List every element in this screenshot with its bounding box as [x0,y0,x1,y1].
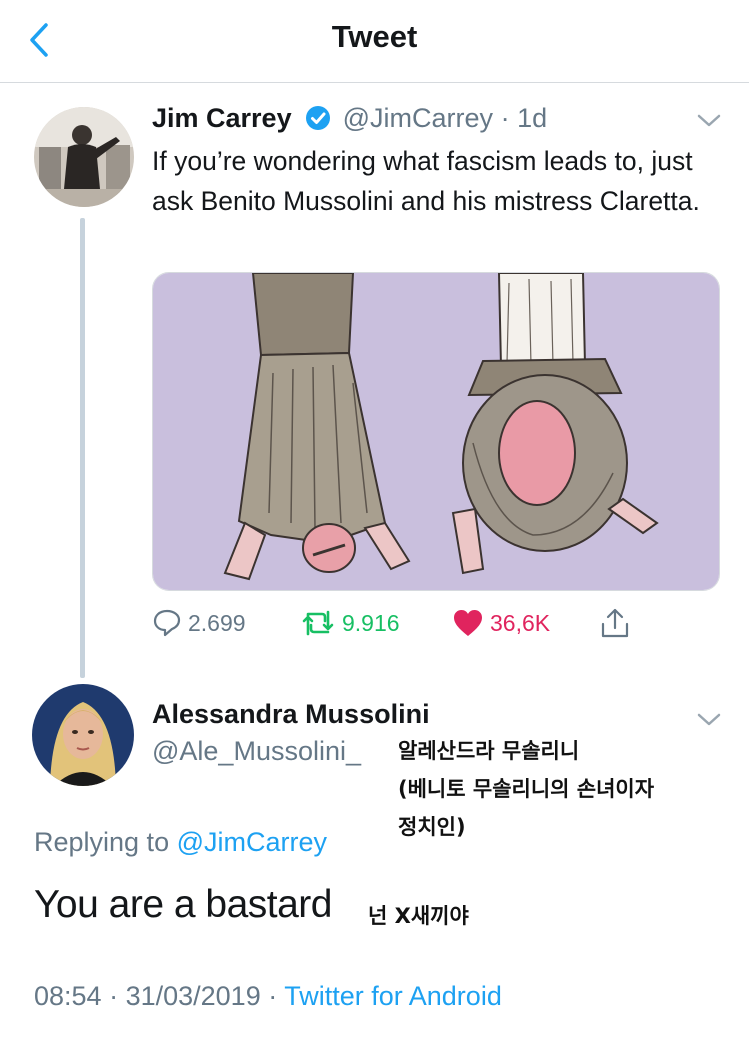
share-button[interactable] [598,606,638,640]
heart-icon [454,610,482,636]
reply-author-handle[interactable]: @Ale_Mussolini_ [152,736,361,767]
verified-badge-icon [306,106,331,130]
like-count: 36,6K [490,609,551,636]
retweet-icon [302,610,334,636]
page-title: Tweet [331,19,418,54]
like-button[interactable]: 36,6K [452,606,550,640]
author-name[interactable]: Jim Carrey [152,103,292,133]
tweet-actions: 2.699 9.916 36,6K [0,606,749,640]
meta-separator: · [500,103,510,133]
reply-icon [153,609,181,637]
reply-author-name[interactable]: Alessandra Mussolini [152,699,430,730]
tweet-header: Jim Carrey @JimCarrey · 1d [152,103,547,134]
korean-annotation-note: 알레산드라 무솔리니 (베니토 무솔리니의 손녀이자 정치인) [398,732,654,846]
replying-prefix: Replying to [34,827,170,857]
reply-count: 2.699 [188,609,246,636]
tweet-media-image[interactable] [152,272,720,591]
time-separator: · [101,981,126,1011]
annotation-line: 정치인) [398,815,466,839]
replying-to: Replying to @JimCarrey [34,827,327,858]
reply-source-link[interactable]: Twitter for Android [284,981,502,1011]
tweet-text: If you’re wondering what fascism leads t… [152,146,700,216]
chevron-down-icon[interactable] [695,112,723,130]
author-avatar[interactable] [34,107,134,207]
share-icon [601,608,629,638]
retweet-button[interactable]: 9.916 [300,606,400,640]
top-bar: Tweet [0,0,749,83]
tweet-age: 1d [517,103,548,133]
reply-timestamp: 08:54 · 31/03/2019 · Twitter for Android [34,981,502,1012]
retweet-count: 9.916 [342,609,400,636]
annotation-line: (베니토 무솔리니의 손녀이자 [398,777,655,801]
reply-author-avatar[interactable] [32,684,134,786]
date-separator: · [260,981,285,1011]
chevron-down-icon[interactable] [695,711,723,729]
korean-annotation-translation: 넌 X새끼야 [368,904,469,928]
replying-mention-link[interactable]: @JimCarrey [177,827,327,857]
annotation-line: 알레산드라 무솔리니 [398,739,580,763]
reply-time: 08:54 [34,981,102,1011]
reply-date: 31/03/2019 [125,981,261,1011]
author-handle[interactable]: @JimCarrey [343,103,493,133]
reply-button[interactable]: 2.699 [152,606,246,640]
reply-text: You are a bastard [34,883,332,926]
